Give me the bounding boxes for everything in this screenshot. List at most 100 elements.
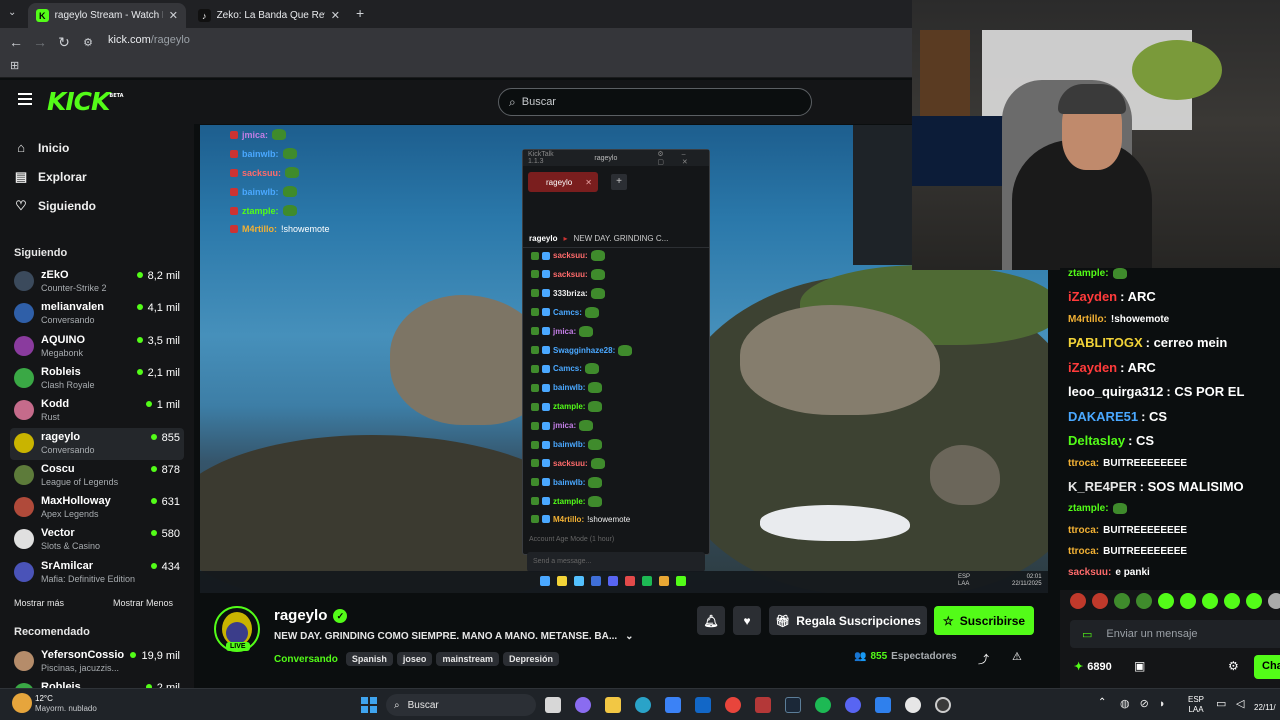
network-icon[interactable]: ▭	[1216, 697, 1226, 710]
tag-mainstream[interactable]: mainstream	[436, 652, 499, 666]
tab-list-chevron-icon[interactable]: ⌄	[8, 7, 16, 18]
emote-icon[interactable]	[1114, 593, 1130, 609]
site-info-icon[interactable]: ⚙	[76, 36, 100, 49]
notifications-button[interactable]: 🔔︎	[697, 606, 725, 635]
tray-chevron-icon[interactable]: ⌃	[1098, 697, 1106, 708]
window-controls-icon[interactable]: ⚙ – ▢ ✕	[657, 150, 709, 166]
follow-button[interactable]: ♥	[733, 606, 761, 635]
chat-input[interactable]: ▭ Enviar un mensaje	[1070, 620, 1280, 648]
tag-joseo[interactable]: joseo	[396, 652, 433, 666]
close-tab-icon[interactable]: ✕	[331, 9, 340, 22]
nav-inicio[interactable]: ⌂ Inicio	[14, 140, 69, 155]
kicktalk-tab[interactable]: rageylo ✕	[528, 172, 598, 192]
app-icon[interactable]	[875, 697, 891, 713]
language-indicator[interactable]: ESP LAA	[1188, 695, 1204, 715]
channel-name: AQUINO	[41, 333, 85, 346]
kick-logo[interactable]: KICKBETA	[47, 87, 124, 116]
store-icon[interactable]	[665, 697, 681, 713]
task-view-icon[interactable]	[545, 697, 561, 713]
taskbar-search[interactable]: ⌕ Buscar	[386, 694, 536, 716]
show-less-button[interactable]: Mostrar Menos	[113, 598, 173, 608]
new-tab-icon[interactable]: +	[356, 5, 364, 21]
sidebar-channel[interactable]: Kodd Rust 1 mil	[10, 395, 184, 427]
start-icon[interactable]	[361, 697, 377, 713]
emote-icon[interactable]	[1158, 593, 1174, 609]
recommended-header: Recomendado	[14, 626, 90, 638]
avatar	[14, 303, 34, 324]
sidebar-channel[interactable]: Robleis Clash Royale 2,1 mil	[10, 363, 184, 395]
chat-text: : CS POR EL	[1166, 384, 1245, 400]
app-icon[interactable]	[905, 697, 921, 713]
tab-zeko[interactable]: ♪ Zeko: La Banda Que Revolucion ✕	[190, 3, 348, 28]
steam-icon[interactable]	[785, 697, 801, 713]
tab-rageylo[interactable]: K rageylo Stream - Watch Live on ✕	[28, 3, 186, 28]
points[interactable]: ✦ 6890	[1074, 660, 1112, 674]
channel-name[interactable]: rageylo	[274, 607, 327, 624]
report-icon[interactable]: ⚠	[1012, 650, 1022, 663]
settings-icon[interactable]: ⚙	[1228, 659, 1239, 673]
weather-icon[interactable]	[12, 693, 32, 713]
overlay-chat-line: iZayden: ARC	[1068, 360, 1156, 375]
gift-icon[interactable]: ▣	[1134, 659, 1145, 673]
close-tab-icon[interactable]: ✕	[169, 9, 178, 22]
app-icon[interactable]	[755, 697, 771, 713]
sidebar-channel[interactable]: Vector Slots & Casino 580	[10, 524, 184, 556]
kicktalk-input[interactable]: Send a message...	[527, 552, 705, 572]
gift-subs-button[interactable]: 🎁︎ Regala Suscripciones	[769, 606, 927, 635]
tag-spanish[interactable]: Spanish	[345, 652, 393, 666]
weather-widget[interactable]: 12°C Mayorm. nublado	[35, 694, 97, 714]
avatar	[14, 400, 34, 421]
nav-explorar[interactable]: ▤ Explorar	[14, 169, 87, 185]
clock-date[interactable]: 22/11/	[1254, 703, 1276, 712]
outlook-icon[interactable]	[695, 697, 711, 713]
show-more-button[interactable]: Mostrar más	[14, 598, 64, 608]
tag-depresion[interactable]: Depresión	[502, 652, 559, 666]
spotify-icon[interactable]	[815, 697, 831, 713]
edge-icon[interactable]	[635, 697, 651, 713]
kicktalk-message: sacksuu:	[531, 250, 605, 261]
emote-icon[interactable]	[1136, 593, 1152, 609]
chevron-down-icon[interactable]: ⌄	[625, 631, 633, 642]
url-field[interactable]: kick.com/rageylo	[108, 34, 190, 46]
share-icon[interactable]: ⤴	[978, 651, 989, 667]
sidebar-channel[interactable]: YefersonCossio Piscinas, jacuzzis... 19,9 …	[10, 646, 184, 678]
sidebar-channel[interactable]: zEkO Counter-Strike 2 8,2 mil	[10, 266, 184, 298]
search-input[interactable]: ⌕ Buscar	[498, 88, 812, 116]
apps-grid-icon[interactable]: ⊞	[10, 59, 19, 72]
forward-icon[interactable]: →	[28, 34, 52, 50]
emote-icon[interactable]	[1224, 593, 1240, 609]
emote-icon[interactable]	[1246, 593, 1262, 609]
sidebar-channel[interactable]: Robleis 2 mil	[10, 678, 184, 688]
emote-icon	[590, 268, 605, 280]
sidebar-channel[interactable]: MaxHolloway Apex Legends 631	[10, 492, 184, 524]
stream-category[interactable]: Conversando	[274, 654, 338, 665]
send-label: Cha	[1262, 660, 1280, 672]
subscribe-button[interactable]: ☆ Suscribirse	[934, 606, 1034, 635]
sidebar-channel[interactable]: AQUINO Megabonk 3,5 mil	[10, 331, 184, 363]
sidebar-channel[interactable]: melianvalen Conversando 4,1 mil	[10, 298, 184, 330]
sidebar-channel[interactable]: rageylo Conversando 855	[10, 427, 184, 460]
chat-placeholder: Enviar un mensaje	[1106, 628, 1198, 640]
add-tab-icon[interactable]: +	[611, 174, 627, 190]
chat-username: K_RE4PER	[1068, 478, 1137, 494]
emote-icon[interactable]	[1180, 593, 1196, 609]
menu-icon[interactable]	[18, 93, 32, 105]
close-icon[interactable]: ✕	[585, 178, 592, 187]
chat-send-button[interactable]: Cha	[1254, 655, 1280, 679]
nav-siguiendo[interactable]: ♡ Siguiendo	[14, 198, 96, 214]
sidebar-channel[interactable]: SrAmilcar Mafia: Definitive Edition 434	[10, 557, 184, 589]
file-explorer-icon[interactable]	[605, 697, 621, 713]
reload-icon[interactable]: ↻	[52, 34, 76, 51]
emote-icon[interactable]	[1268, 593, 1280, 609]
chrome-icon[interactable]	[725, 697, 741, 713]
obs-icon[interactable]	[935, 697, 951, 713]
copilot-icon[interactable]	[575, 697, 591, 713]
discord-icon[interactable]	[845, 697, 861, 713]
emote-icon[interactable]	[1070, 593, 1086, 609]
volume-icon[interactable]: ◁	[1236, 697, 1244, 710]
emote-icon	[282, 148, 297, 159]
emote-icon[interactable]	[1202, 593, 1218, 609]
sidebar-channel[interactable]: Coscu League of Legends 878	[10, 460, 184, 492]
back-icon[interactable]: ←	[4, 34, 28, 50]
emote-icon[interactable]	[1092, 593, 1108, 609]
